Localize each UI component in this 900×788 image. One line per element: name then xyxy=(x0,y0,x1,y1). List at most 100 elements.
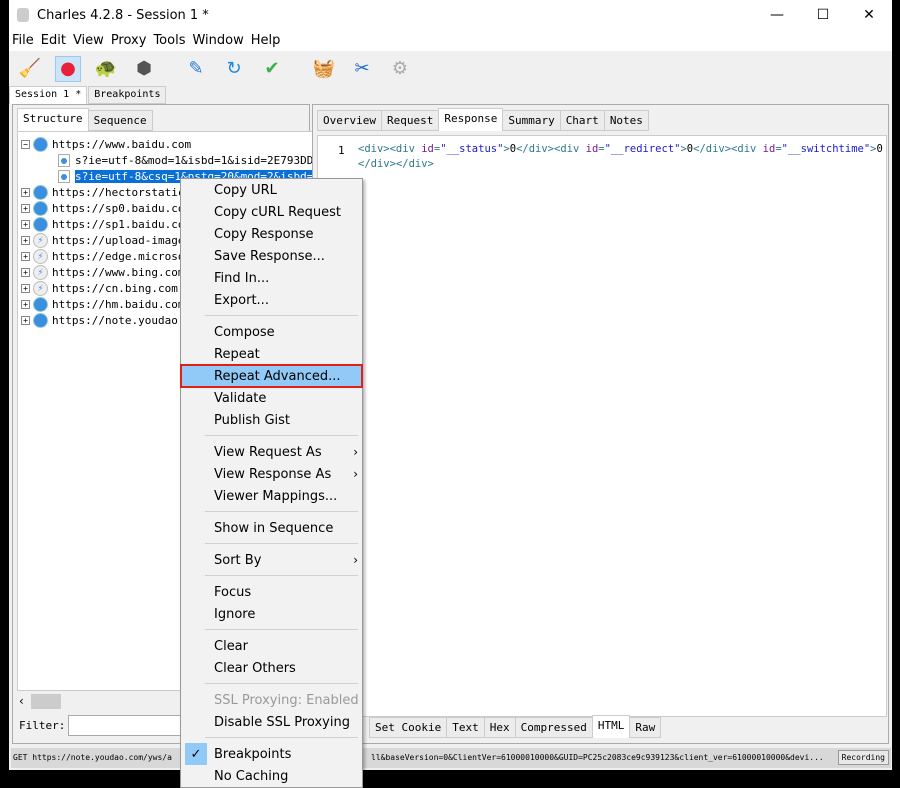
tree-host[interactable]: + ⚡ https://www.bing.com xyxy=(21,264,184,280)
pen-button[interactable]: ✎ xyxy=(183,56,209,82)
tree-host[interactable]: + https://hectorstatic.b xyxy=(21,184,198,200)
menu-help[interactable]: Help xyxy=(251,33,281,48)
session-tab-breakpoints[interactable]: Breakpoints xyxy=(88,86,167,104)
stop-button[interactable]: ⬢ xyxy=(131,56,157,82)
scroll-left-icon[interactable]: ‹ xyxy=(19,694,24,708)
scrollbar-thumb[interactable] xyxy=(31,694,61,709)
tab-set-cookie[interactable]: Set Cookie xyxy=(369,717,448,738)
host-label: https://hectorstatic.b xyxy=(52,185,198,199)
menu-item-ignore[interactable]: Ignore xyxy=(181,603,362,625)
tree-host[interactable]: + ⚡ https://edge.microsoft xyxy=(21,248,198,264)
globe-icon xyxy=(33,136,48,152)
menu-item-view-response-as[interactable]: View Response As › xyxy=(181,463,362,485)
menu-item-repeat-advanced[interactable]: Repeat Advanced... xyxy=(180,364,363,388)
tree-host[interactable]: + https://sp1.baidu.com xyxy=(21,216,191,232)
menu-item-copy-url[interactable]: Copy URL xyxy=(181,179,362,201)
tab-text[interactable]: Text xyxy=(446,717,485,738)
host-label: https://edge.microsoft xyxy=(52,249,198,263)
menu-item-label: Clear Others xyxy=(214,660,296,676)
menu-item-breakpoints[interactable]: ✓ Breakpoints xyxy=(181,743,362,765)
menu-proxy[interactable]: Proxy xyxy=(111,33,147,48)
close-button[interactable]: ✕ xyxy=(846,0,892,30)
menu-item-disable-ssl-proxying[interactable]: Disable SSL Proxying xyxy=(181,711,362,733)
tab-request[interactable]: Request xyxy=(380,110,440,131)
expand-icon[interactable]: + xyxy=(21,267,30,277)
response-body[interactable]: 1 <div><div id="__status">0</div><div id… xyxy=(317,135,887,717)
check-button[interactable]: ✔ xyxy=(259,56,285,82)
tab-sequence[interactable]: Sequence xyxy=(87,110,153,131)
tab-overview[interactable]: Overview xyxy=(317,110,382,131)
stop-icon: ⬢ xyxy=(136,58,152,79)
tools-button[interactable]: ✂ xyxy=(349,56,375,82)
menu-item-save-response[interactable]: Save Response... xyxy=(181,245,362,267)
expand-icon[interactable]: + xyxy=(21,203,30,213)
menu-item-export[interactable]: Export... xyxy=(181,289,362,311)
tab-structure[interactable]: Structure xyxy=(17,108,89,131)
expand-icon[interactable]: + xyxy=(21,235,30,245)
tab-hex[interactable]: Hex xyxy=(483,717,516,738)
basket-button[interactable]: 🧺 xyxy=(311,56,337,82)
menu-item-validate[interactable]: Validate xyxy=(181,387,362,409)
menu-tools[interactable]: Tools xyxy=(153,33,185,48)
tab-summary[interactable]: Summary xyxy=(502,110,561,131)
minimize-button[interactable]: — xyxy=(754,0,800,30)
globe-icon xyxy=(33,200,48,216)
menu-item-copy-response[interactable]: Copy Response xyxy=(181,223,362,245)
menu-item-label: Compose xyxy=(214,324,275,340)
tree-host[interactable]: + ⚡ https://cn.bing.com xyxy=(21,280,178,296)
menu-item-publish-gist[interactable]: Publish Gist xyxy=(181,409,362,431)
menu-item-clear[interactable]: Clear xyxy=(181,635,362,657)
tab-response[interactable]: Response xyxy=(438,108,504,131)
menu-edit[interactable]: Edit xyxy=(41,33,66,48)
refresh-button[interactable]: ↻ xyxy=(221,56,247,82)
menu-item-copy-curl-request[interactable]: Copy cURL Request xyxy=(181,201,362,223)
menu-item-repeat[interactable]: Repeat xyxy=(181,343,362,365)
menu-separator xyxy=(181,311,362,321)
lightning-icon: ⚡ xyxy=(33,280,48,296)
tree-host[interactable]: + https://note.youdao.com xyxy=(21,312,204,328)
tab-compressed[interactable]: Compressed xyxy=(514,717,593,738)
recording-button[interactable]: Recording xyxy=(837,750,889,765)
menu-file[interactable]: File xyxy=(12,33,34,48)
tree-host[interactable]: − https://www.baidu.com xyxy=(21,136,191,152)
tab-chart[interactable]: Chart xyxy=(559,110,605,131)
tree-request[interactable]: s?ie=utf-8&mod=1&isbd=1&isid=2E793DD366E xyxy=(58,152,340,168)
menu-item-show-in-sequence[interactable]: Show in Sequence xyxy=(181,517,362,539)
expand-icon[interactable]: + xyxy=(21,219,30,229)
menu-item-clear-others[interactable]: Clear Others xyxy=(181,657,362,679)
menu-view[interactable]: View xyxy=(73,33,104,48)
session-tab-session-1[interactable]: Session 1 * xyxy=(9,86,88,104)
menu-item-label: Save Response... xyxy=(214,248,325,264)
tools-icon: ✂ xyxy=(354,58,370,79)
tab-raw[interactable]: Raw xyxy=(629,717,662,738)
collapse-icon[interactable]: − xyxy=(21,139,30,149)
tab-html[interactable]: HTML xyxy=(591,715,631,738)
tree-host[interactable]: + https://sp0.baidu.com xyxy=(21,200,191,216)
menu-item-find-in[interactable]: Find In... xyxy=(181,267,362,289)
expand-icon[interactable]: + xyxy=(21,187,30,197)
menu-window[interactable]: Window xyxy=(192,33,243,48)
menu-item-no-caching[interactable]: No Caching xyxy=(181,765,362,787)
expand-icon[interactable]: + xyxy=(21,315,30,325)
expand-icon[interactable]: + xyxy=(21,299,30,309)
menu-item-sort-by[interactable]: Sort By › xyxy=(181,549,362,571)
menu-item-focus[interactable]: Focus xyxy=(181,581,362,603)
record-button[interactable]: ● xyxy=(55,55,81,82)
tree-host[interactable]: + ⚡ https://upload-images. xyxy=(21,232,198,248)
line-number: 1 xyxy=(338,144,345,157)
tree-host[interactable]: + https://hm.baidu.com xyxy=(21,296,184,312)
menu-item-compose[interactable]: Compose xyxy=(181,321,362,343)
menu-item-label: View Response As xyxy=(214,466,332,482)
broom-button[interactable]: 🧹 xyxy=(17,56,43,82)
title-bar: Charles 4.2.8 - Session 1 * — ☐ ✕ xyxy=(9,0,892,30)
tab-notes[interactable]: Notes xyxy=(603,110,649,131)
expand-icon[interactable]: + xyxy=(21,251,30,261)
expand-icon[interactable]: + xyxy=(21,283,30,293)
menu-item-view-request-as[interactable]: View Request As › xyxy=(181,441,362,463)
turtle-button[interactable]: 🐢 xyxy=(93,56,119,82)
gear-button[interactable]: ⚙ xyxy=(387,56,413,82)
host-label: https://sp0.baidu.com xyxy=(52,201,192,215)
maximize-button[interactable]: ☐ xyxy=(800,0,846,30)
menu-item-viewer-mappings[interactable]: Viewer Mappings... xyxy=(181,485,362,507)
menu-item-label: No Caching xyxy=(214,768,289,784)
